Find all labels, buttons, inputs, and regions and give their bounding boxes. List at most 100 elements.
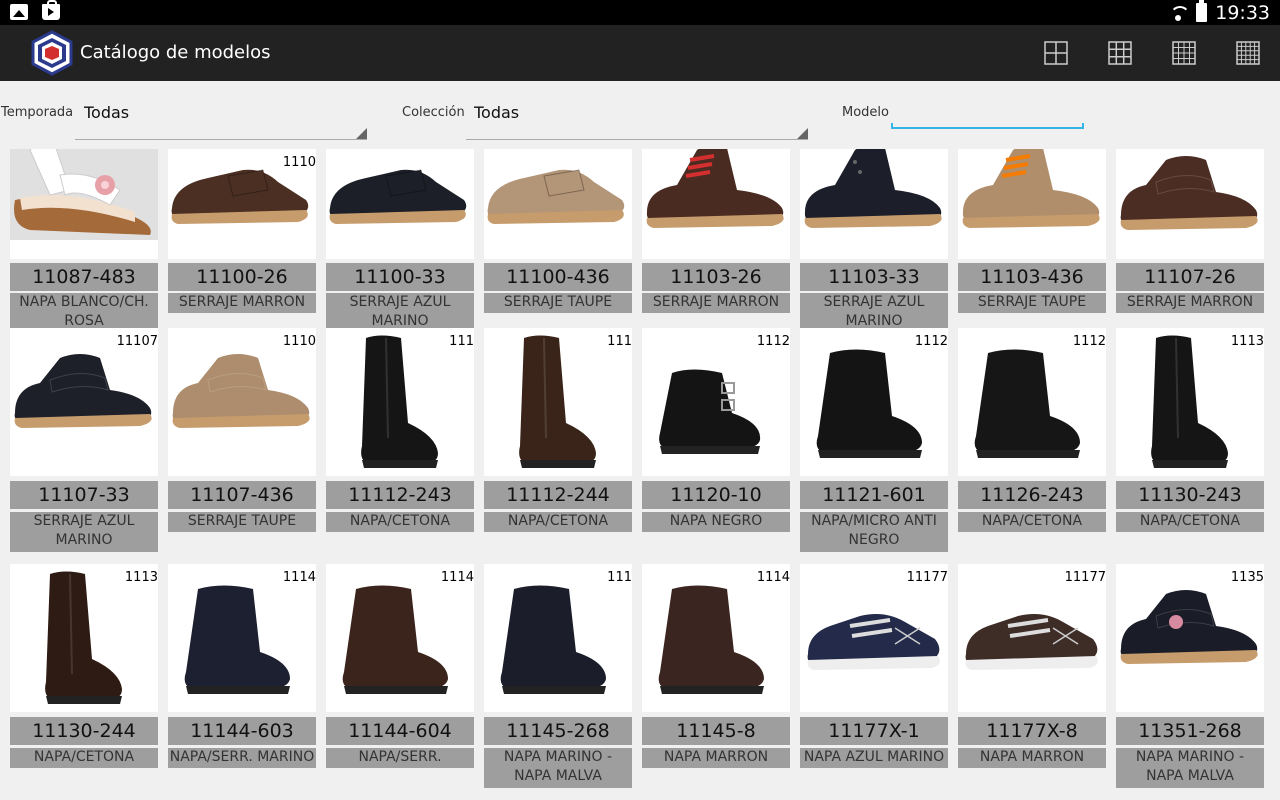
product-card[interactable]: 1112 11126-243 NAPA/CETONA NEGRO [958, 328, 1106, 552]
product-card[interactable]: 1113 11130-243 NAPA/CETONA NEGRO [1116, 328, 1264, 552]
coleccion-label: Colección [402, 105, 465, 120]
product-card[interactable]: 111 11112-244 NAPA/CETONA MARRON [484, 328, 632, 552]
product-image[interactable]: 11177 [800, 564, 948, 712]
product-card[interactable]: 11103-26 SERRAJE MARRON [642, 149, 790, 331]
product-photo [1120, 590, 1258, 664]
product-code: 11177X-1 [800, 717, 948, 745]
product-card[interactable]: 11100-436 SERRAJE TAUPE [484, 149, 632, 331]
status-bar: 19:33 [0, 0, 1280, 25]
product-card[interactable]: 1110 11107-436 SERRAJE TAUPE [168, 328, 316, 552]
product-card[interactable]: 1112 11121-601 NAPA/MICRO ANTI NEGRO [800, 328, 948, 552]
product-image[interactable]: 111 [484, 564, 632, 712]
product-card[interactable]: 1112 11120-10 NAPA NEGRO [642, 328, 790, 552]
product-card[interactable]: 11107-26 SERRAJE MARRON [1116, 149, 1264, 331]
product-description: SERRAJE TAUPE [168, 512, 316, 532]
product-description: SERRAJE MARRON [1116, 293, 1264, 313]
product-card[interactable]: 11103-33 SERRAJE AZUL MARINO [800, 149, 948, 331]
product-corner-number: 1110 [282, 334, 316, 349]
product-photo [804, 149, 942, 228]
product-card[interactable]: 11107 11107-33 SERRAJE AZUL MARINO [10, 328, 158, 552]
product-corner-number: 1112 [914, 334, 948, 349]
product-photo [519, 335, 596, 468]
product-image[interactable]: 1113 [1116, 328, 1264, 476]
temporada-dropdown-icon[interactable] [356, 128, 367, 139]
product-card[interactable]: 1114 11145-8 NAPA MARRON [642, 564, 790, 788]
product-corner-number: 1114 [756, 570, 790, 585]
product-image[interactable]: 1112 [958, 328, 1106, 476]
product-code: 11145-8 [642, 717, 790, 745]
product-image[interactable]: 11177 [958, 564, 1106, 712]
product-image[interactable]: 1113 [10, 564, 158, 712]
product-card[interactable]: 111 11112-243 NAPA/CETONA NEGRO [326, 328, 474, 552]
app-title: Catálogo de modelos [80, 42, 271, 63]
hexagon-logo[interactable] [30, 30, 74, 76]
product-image[interactable]: 1112 [800, 328, 948, 476]
product-corner-number: 1135 [1230, 570, 1264, 585]
product-card[interactable]: 11177 11177X-8 NAPA MARRON [958, 564, 1106, 788]
store-bag-icon [42, 0, 60, 20]
product-code: 11107-436 [168, 481, 316, 509]
grid-2x2-icon[interactable] [1044, 41, 1068, 65]
coleccion-value[interactable]: Todas [474, 103, 519, 122]
product-image[interactable]: 1112 [642, 328, 790, 476]
product-card[interactable]: 1114 11144-603 NAPA/SERR. MARINO [168, 564, 316, 788]
product-code: 11100-26 [168, 263, 316, 291]
product-description: NAPA/SERR. MARRON [326, 748, 474, 768]
product-image[interactable]: 1114 [326, 564, 474, 712]
product-image[interactable]: 111 [326, 328, 474, 476]
product-card[interactable]: 11100-33 SERRAJE AZUL MARINO [326, 149, 474, 331]
product-photo [646, 149, 784, 228]
product-photo [329, 169, 467, 224]
product-card[interactable]: 111 11145-268 NAPA MARINO - NAPA MALVA [484, 564, 632, 788]
product-card[interactable]: 11177 11177X-1 NAPA AZUL MARINO [800, 564, 948, 788]
product-description: NAPA/CETONA MARRON [484, 512, 632, 532]
product-corner-number: 111 [607, 334, 632, 349]
product-code: 11103-436 [958, 263, 1106, 291]
product-code: 11144-603 [168, 717, 316, 745]
product-corner-number: 11107 [116, 334, 158, 349]
product-code: 11103-26 [642, 263, 790, 291]
grid-4x4-icon[interactable] [1172, 41, 1196, 65]
product-image[interactable]: 11107 [10, 328, 158, 476]
modelo-input[interactable] [891, 103, 1084, 129]
product-image[interactable] [800, 149, 948, 259]
coleccion-dropdown-icon[interactable] [797, 128, 808, 139]
product-image[interactable] [958, 149, 1106, 259]
product-card[interactable]: 1135 11351-268 NAPA MARINO - NAPA MALVA [1116, 564, 1264, 788]
product-card[interactable]: 11103-436 SERRAJE TAUPE [958, 149, 1106, 331]
product-image[interactable]: 1110 [168, 149, 316, 259]
product-description: NAPA/CETONA NEGRO [958, 512, 1106, 532]
product-card[interactable]: 11087-483 NAPA BLANCO/CH. ROSA [10, 149, 158, 331]
product-image[interactable]: 1135 [1116, 564, 1264, 712]
product-card[interactable]: 1110 11100-26 SERRAJE MARRON [168, 149, 316, 331]
product-photo [807, 614, 940, 670]
grid-5x5-icon[interactable] [1236, 41, 1260, 65]
product-image[interactable] [326, 149, 474, 259]
product-image[interactable] [642, 149, 790, 259]
product-photo [965, 614, 1098, 670]
product-description: SERRAJE TAUPE [484, 293, 632, 313]
product-description: SERRAJE MARRON [168, 293, 316, 313]
product-code: 11112-244 [484, 481, 632, 509]
product-photo [10, 149, 158, 240]
product-image[interactable]: 1110 [168, 328, 316, 476]
product-code: 11126-243 [958, 481, 1106, 509]
product-image[interactable]: 111 [484, 328, 632, 476]
product-image[interactable] [484, 149, 632, 259]
image-icon [10, 4, 28, 20]
product-code: 11177X-8 [958, 717, 1106, 745]
product-image[interactable]: 1114 [642, 564, 790, 712]
product-image[interactable] [10, 149, 158, 259]
product-image[interactable] [1116, 149, 1264, 259]
product-photo [500, 585, 606, 694]
product-card[interactable]: 1114 11144-604 NAPA/SERR. MARRON [326, 564, 474, 788]
product-image[interactable]: 1114 [168, 564, 316, 712]
product-corner-number: 1110 [282, 155, 316, 170]
product-code: 11112-243 [326, 481, 474, 509]
product-description: NAPA/CETONA MARRON [10, 748, 158, 768]
product-card[interactable]: 1113 11130-244 NAPA/CETONA MARRON [10, 564, 158, 788]
product-code: 11144-604 [326, 717, 474, 745]
temporada-value[interactable]: Todas [84, 103, 129, 122]
product-code: 11145-268 [484, 717, 632, 745]
grid-3x3-icon[interactable] [1108, 41, 1132, 65]
